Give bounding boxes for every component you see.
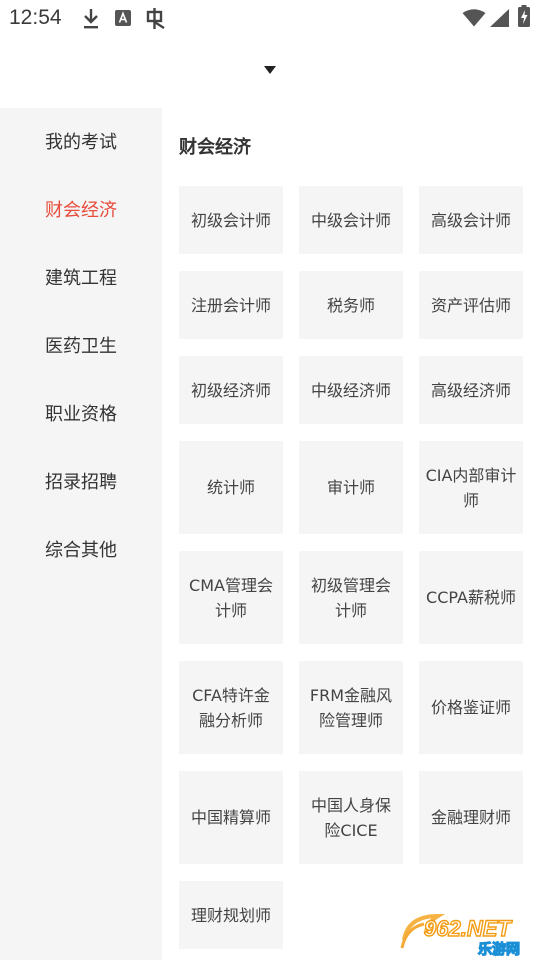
tile-actuary[interactable]: 中国精算师: [179, 771, 283, 864]
tile-junior-accountant[interactable]: 初级会计师: [179, 186, 283, 254]
wifi-icon: [462, 9, 486, 27]
tile-frm[interactable]: FRM金融风险管理师: [299, 661, 403, 754]
tile-statistician[interactable]: 统计师: [179, 441, 283, 534]
download-icon: [84, 9, 98, 29]
tile-cpa[interactable]: 注册会计师: [179, 271, 283, 339]
tile-ccpa[interactable]: CCPA薪税师: [419, 551, 523, 644]
sidebar-item-recruitment[interactable]: 招录招聘: [45, 472, 117, 494]
sidebar-item-finance-economics[interactable]: 财会经济: [45, 200, 117, 222]
sidebar-item-other[interactable]: 综合其他: [45, 540, 117, 562]
app-notification-icon: [146, 8, 165, 30]
sidebar-item-vocational[interactable]: 职业资格: [45, 404, 117, 426]
tile-junior-economist[interactable]: 初级经济师: [179, 356, 283, 424]
exam-category-screen: 12:54 我的考试 财会经济 建筑工程 医药卫生 职业资格 招录招聘 综合其他…: [0, 0, 540, 960]
sidebar-item-my-exams[interactable]: 我的考试: [45, 132, 117, 154]
watermark-logo-text: 962.NET: [424, 916, 512, 941]
tile-cice[interactable]: 中国人身保险CICE: [299, 771, 403, 864]
category-sidebar: 我的考试 财会经济 建筑工程 医药卫生 职业资格 招录招聘 综合其他: [0, 108, 162, 960]
tile-financial-planner[interactable]: 金融理财师: [419, 771, 523, 864]
text-a-icon: [115, 10, 131, 26]
tile-senior-economist[interactable]: 高级经济师: [419, 356, 523, 424]
tile-intermediate-economist[interactable]: 中级经济师: [299, 356, 403, 424]
tile-cma[interactable]: CMA管理会计师: [179, 551, 283, 644]
sidebar-item-construction[interactable]: 建筑工程: [45, 268, 117, 290]
tile-senior-accountant[interactable]: 高级会计师: [419, 186, 523, 254]
tile-cia[interactable]: CIA内部审计师: [419, 441, 523, 534]
tile-cfa[interactable]: CFA特许金融分析师: [179, 661, 283, 754]
tile-junior-management-accountant[interactable]: 初级管理会计师: [299, 551, 403, 644]
tile-intermediate-accountant[interactable]: 中级会计师: [299, 186, 403, 254]
tile-asset-appraiser[interactable]: 资产评估师: [419, 271, 523, 339]
tile-tax-advisor[interactable]: 税务师: [299, 271, 403, 339]
status-time: 12:54: [9, 6, 62, 29]
status-bar: 12:54: [0, 0, 540, 38]
section-title: 财会经济: [179, 137, 251, 158]
tile-price-appraiser[interactable]: 价格鉴证师: [419, 661, 523, 754]
cellular-signal-icon: [490, 9, 509, 27]
site-watermark-logo: 962.NET 乐游网: [400, 913, 521, 958]
battery-charging-icon: [518, 5, 530, 27]
tile-auditor[interactable]: 审计师: [299, 441, 403, 534]
sidebar-item-medical[interactable]: 医药卫生: [45, 336, 117, 358]
dropdown-caret-icon[interactable]: [264, 66, 276, 74]
watermark-sub-text: 乐游网: [478, 941, 520, 958]
tile-wealth-planner[interactable]: 理财规划师: [179, 881, 283, 949]
